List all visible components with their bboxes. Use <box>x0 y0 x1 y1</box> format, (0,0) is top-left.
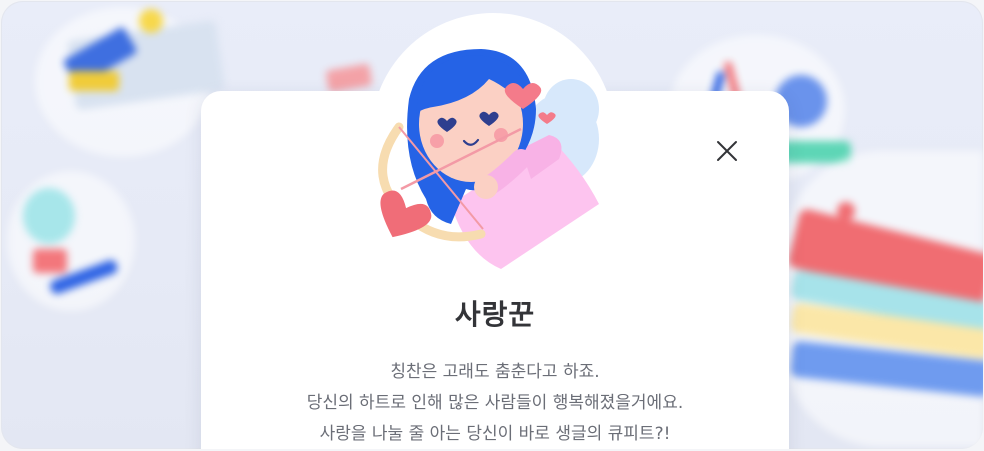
close-button[interactable] <box>709 133 745 169</box>
background-books-icon <box>788 202 983 397</box>
description-line: 칭찬은 고래도 춤춘다고 하죠. <box>390 362 600 382</box>
description-line: 당신의 하트로 인해 많은 사람들이 행복해졌을거에요. <box>306 393 684 413</box>
cupid-badge-illustration <box>378 49 599 269</box>
achievement-screen: 사랑꾼 칭찬은 고래도 춤춘다고 하죠. 당신의 하트로 인해 많은 사람들이 … <box>1 1 983 449</box>
badge-title: 사랑꾼 <box>454 298 536 331</box>
background-lightbulb-icon <box>23 188 118 294</box>
close-icon <box>717 141 737 161</box>
badge-description: 칭찬은 고래도 춤춘다고 하죠. 당신의 하트로 인해 많은 사람들이 행복해졌… <box>201 357 789 449</box>
description-line: 사랑을 나눌 줄 아는 당신이 바로 생글의 큐피트?! <box>319 424 671 444</box>
